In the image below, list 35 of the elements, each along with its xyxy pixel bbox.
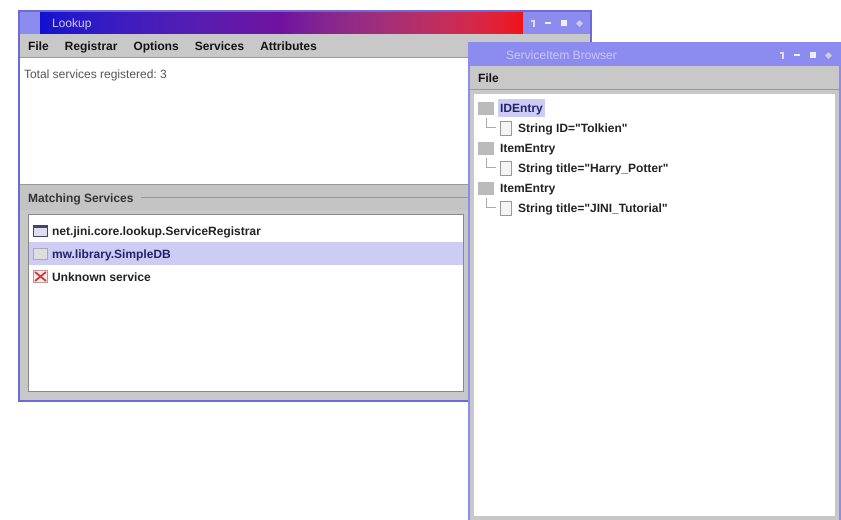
tree-node[interactable]: ItemEntry	[498, 139, 558, 157]
window-icon	[33, 224, 48, 236]
tree-node[interactable]: String title="JINI_Tutorial"	[516, 199, 670, 217]
tree-connector	[486, 198, 496, 208]
minimize-icon[interactable]	[545, 22, 551, 24]
section-title: Matching Services	[28, 190, 134, 206]
minimize-icon[interactable]	[794, 54, 800, 56]
service-item[interactable]: net.jini.core.lookup.ServiceRegistrar	[29, 219, 463, 242]
menu-item[interactable]: Services	[194, 36, 244, 54]
folder-icon	[478, 182, 494, 194]
menu-item[interactable]: Options	[133, 36, 179, 54]
status-text: Total services registered: 3	[24, 67, 167, 81]
folder-icon	[478, 142, 494, 154]
maximize-icon[interactable]	[561, 20, 567, 26]
tree-connector	[486, 158, 496, 168]
service-item[interactable]: mw.library.SimpleDB	[29, 242, 463, 265]
cross-icon	[33, 270, 48, 283]
tree-connector	[486, 118, 496, 128]
tree-node[interactable]: IDEntry	[498, 99, 545, 117]
window-title: ServiceItem Browser	[505, 47, 617, 64]
tree-node[interactable]: String title="Harry_Potter"	[516, 159, 670, 177]
menu-item[interactable]: Registrar	[64, 36, 118, 54]
document-icon	[500, 200, 512, 216]
tree-node[interactable]: ItemEntry	[498, 179, 558, 197]
maximize-icon[interactable]	[810, 52, 816, 58]
service-item[interactable]: Unknown service	[29, 265, 463, 288]
document-icon	[500, 160, 512, 176]
menu-item[interactable]: File	[28, 36, 49, 54]
folder-icon	[478, 102, 494, 114]
menu-item[interactable]: File	[478, 68, 499, 86]
document-icon	[500, 120, 512, 136]
tree-node[interactable]: String ID="Tolkien"	[516, 119, 630, 137]
window-title: Lookup	[51, 15, 92, 32]
menu-item[interactable]: Attributes	[260, 36, 317, 54]
window-icon	[33, 248, 48, 260]
